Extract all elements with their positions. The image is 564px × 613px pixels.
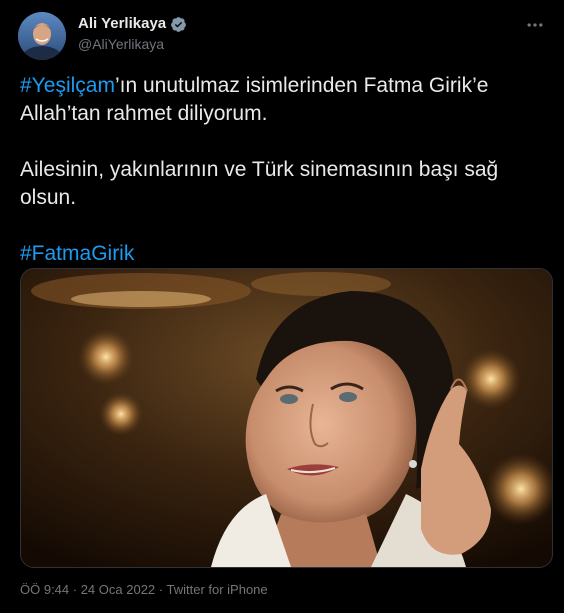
portrait-photo (21, 269, 552, 567)
hashtag-fatmagirik[interactable]: #FatmaGirik (20, 242, 134, 265)
verified-badge-icon (170, 16, 187, 33)
tweet-photo[interactable] (20, 268, 553, 568)
author-display-name[interactable]: Ali Yerlikaya (78, 14, 166, 34)
avatar-image (18, 12, 66, 60)
tweet-card: Ali Yerlikaya @AliYerlikaya #Yeşilçam’ın… (0, 0, 564, 613)
tweet-line-2: Allah’tan rahmet diliyorum. (20, 102, 268, 125)
meta-separator: · (155, 582, 167, 597)
tweet-line-1: #Yeşilçam’ın unutulmaz isimlerinden Fatm… (20, 72, 545, 100)
avatar[interactable] (18, 12, 66, 60)
author-name-row[interactable]: Ali Yerlikaya (78, 14, 187, 34)
more-options-icon[interactable] (524, 14, 546, 36)
tweet-line-4: olsun. (20, 186, 77, 209)
tweet-time[interactable]: ÖÖ 9:44 (20, 582, 69, 597)
tweet-text: #Yeşilçam’ın unutulmaz isimlerinden Fatm… (20, 72, 545, 268)
tweet-line-1-text: ’ın unutulmaz isimlerinden Fatma Girik’e (114, 74, 489, 97)
tweet-source[interactable]: Twitter for iPhone (166, 582, 267, 597)
author-block: Ali Yerlikaya @AliYerlikaya (78, 14, 187, 54)
tweet-line-5: #FatmaGirik (20, 240, 545, 268)
tweet-line-3: Ailesinin, yakınlarının ve Türk sineması… (20, 158, 499, 181)
author-handle[interactable]: @AliYerlikaya (78, 34, 187, 54)
tweet-date[interactable]: 24 Oca 2022 (81, 582, 155, 597)
tweet-meta: ÖÖ 9:44 · 24 Oca 2022 · Twitter for iPho… (20, 581, 268, 599)
meta-separator: · (69, 582, 81, 597)
hashtag-yesilcam[interactable]: #Yeşilçam (20, 74, 115, 97)
